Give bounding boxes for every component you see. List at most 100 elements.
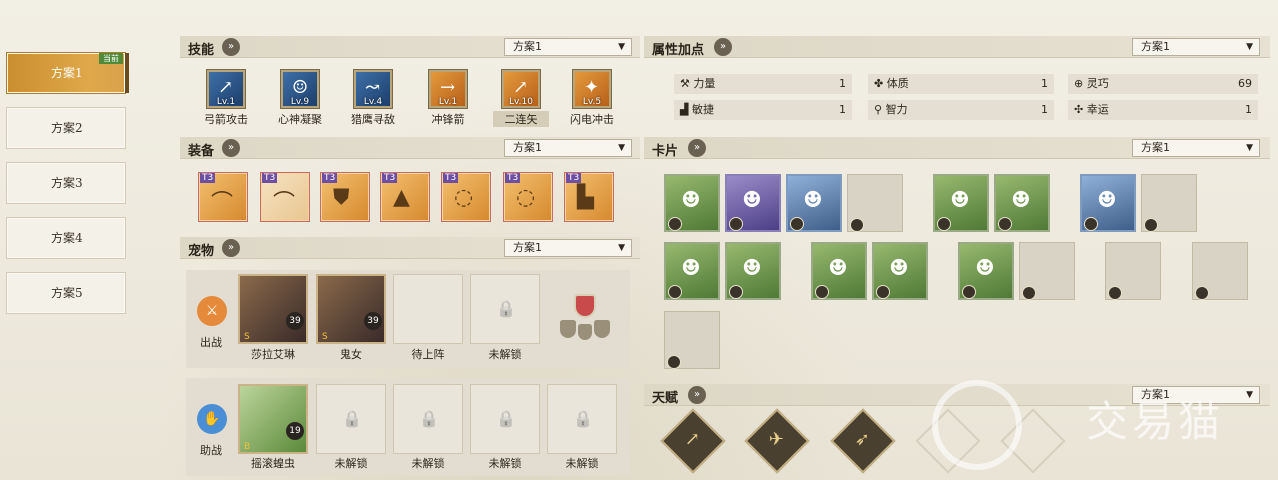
pets-plan-dropdown[interactable]: 方案1 ▼	[504, 239, 632, 257]
pet-name: 待上阵	[411, 348, 445, 361]
attr-dexterity: ⊕ 灵巧 69	[1068, 74, 1258, 94]
equip-necklace[interactable]: T3 ◌	[441, 172, 491, 222]
monster-icon: ☻	[742, 256, 762, 281]
plan-item-5[interactable]: 方案5	[6, 272, 126, 314]
equip-cloak[interactable]: T3 ▲	[380, 172, 430, 222]
attributes-plan-dropdown[interactable]: 方案1 ▼	[1132, 38, 1260, 56]
assist-label: 助战	[200, 444, 222, 457]
pet-slot-locked[interactable]	[316, 384, 386, 454]
charge-arrow-icon: → Lv.1	[429, 70, 467, 108]
skill-name: 猎鹰寻敌	[351, 113, 395, 126]
card-slot[interactable]: ☻	[811, 242, 867, 300]
pet-level: 19	[286, 422, 304, 440]
pet-slot-rock-locust[interactable]: 19 B	[238, 384, 308, 454]
attributes-expand-button[interactable]: »	[714, 38, 732, 56]
attr-vitality: ✤ 体质 1	[868, 74, 1054, 94]
plan-label: 方案1	[51, 66, 83, 80]
attr-label: ⊕ 灵巧	[1074, 77, 1109, 90]
pet-name: 未解锁	[411, 457, 445, 470]
bow-icon: ⌒	[211, 191, 234, 216]
pet-slot-locked[interactable]	[547, 384, 617, 454]
plan-item-2[interactable]: 方案2	[6, 107, 126, 149]
attr-label: ✣ 幸运	[1074, 103, 1109, 116]
cards-header: 卡片 » 方案1 ▼	[644, 137, 1270, 159]
card-slot[interactable]: ☻	[786, 174, 842, 232]
skills-expand-button[interactable]: »	[222, 38, 240, 56]
card-slot-empty[interactable]	[847, 174, 903, 232]
pet-grade: S	[244, 332, 250, 342]
chevron-down-icon: ▼	[1246, 390, 1253, 400]
pet-slot-sarah[interactable]: 39 S	[238, 274, 308, 344]
skill-name: 弓箭攻击	[204, 113, 248, 126]
card-slot[interactable]: ☻	[664, 242, 720, 300]
plan-item-1[interactable]: 方案1 当前	[6, 52, 129, 94]
card-slot-empty[interactable]	[1105, 242, 1161, 300]
skill-item[interactable]: ↝ Lv.4 猎鹰寻敌	[345, 70, 401, 127]
card-slot-empty[interactable]	[664, 311, 720, 369]
pets-expand-button[interactable]: »	[222, 239, 240, 257]
attributes-title: 属性加点	[652, 43, 705, 58]
plan-item-3[interactable]: 方案3	[6, 162, 126, 204]
monster-icon: ☻	[828, 256, 848, 281]
card-slot[interactable]: ☻	[725, 174, 781, 232]
tier-badge: T3	[382, 173, 398, 183]
equip-bow[interactable]: T3 ⌒	[198, 172, 248, 222]
pet-slot-ghost-woman[interactable]: 39 S	[316, 274, 386, 344]
skills-plan-dropdown[interactable]: 方案1 ▼	[504, 38, 632, 56]
card-slot[interactable]: ☻	[994, 174, 1050, 232]
equip-necklace-2[interactable]: T3 ◌	[503, 172, 553, 222]
socket-icon	[729, 217, 743, 231]
formation-shield-icon[interactable]	[560, 294, 610, 344]
monster-icon: ☻	[742, 188, 762, 213]
pet-slot-locked[interactable]	[470, 274, 540, 344]
pet-name: 未解锁	[488, 348, 522, 361]
skills-title: 技能	[188, 43, 215, 58]
card-slot-empty[interactable]	[1019, 242, 1075, 300]
socket-icon	[1108, 286, 1122, 300]
card-slot[interactable]: ☻	[725, 242, 781, 300]
card-slot[interactable]: ☻	[958, 242, 1014, 300]
pet-name: 未解锁	[488, 457, 522, 470]
skill-item[interactable]: ↗ Lv.1 弓箭攻击	[198, 70, 254, 127]
chevron-down-icon: ▼	[1246, 143, 1253, 153]
pet-slot-locked[interactable]	[470, 384, 540, 454]
monster-icon: ☻	[1097, 188, 1117, 213]
talent-expand-button[interactable]: »	[688, 386, 706, 404]
tier-badge: T3	[322, 173, 338, 183]
equip-boots[interactable]: T3 ▙	[564, 172, 614, 222]
card-slot-empty[interactable]	[1192, 242, 1248, 300]
pet-slot-locked[interactable]	[393, 384, 463, 454]
plan-label: 方案4	[51, 231, 83, 245]
monster-icon: ☻	[681, 188, 701, 213]
card-slot[interactable]: ☻	[933, 174, 989, 232]
equipment-plan-dropdown[interactable]: 方案1 ▼	[504, 139, 632, 157]
bow-attack-icon: ↗ Lv.1	[207, 70, 245, 108]
card-slot[interactable]: ☻	[872, 242, 928, 300]
pet-name: 未解锁	[565, 457, 599, 470]
current-badge: 当前	[99, 53, 123, 64]
cards-expand-button[interactable]: »	[688, 139, 706, 157]
attr-value: 1	[839, 77, 846, 90]
pet-name: 未解锁	[334, 457, 368, 470]
card-slot-empty[interactable]	[1141, 174, 1197, 232]
socket-icon	[668, 217, 682, 231]
equip-armor[interactable]: T3 ⛊	[320, 172, 370, 222]
cards-title: 卡片	[652, 144, 679, 159]
card-slot[interactable]: ☻	[1080, 174, 1136, 232]
skills-header: 技能 » 方案1 ▼	[180, 36, 640, 58]
skill-item[interactable]: ✦ Lv.5 闪电冲击	[564, 70, 620, 127]
equipment-expand-button[interactable]: »	[222, 139, 240, 157]
cards-plan-dropdown[interactable]: 方案1 ▼	[1132, 139, 1260, 157]
plan-label: 方案5	[51, 286, 83, 300]
necklace-icon: ◌	[454, 185, 474, 210]
plan-item-4[interactable]: 方案4	[6, 217, 126, 259]
skill-item[interactable]: ☺ Lv.9 心神凝聚	[272, 70, 328, 127]
pet-slot-empty[interactable]	[393, 274, 463, 344]
skill-item[interactable]: → Lv.1 冲锋箭	[420, 70, 476, 127]
lightning-icon: ✦ Lv.5	[573, 70, 611, 108]
skill-item[interactable]: ↗ Lv.10 二连矢	[493, 70, 549, 127]
pet-name: 摇滚蝗虫	[251, 457, 295, 470]
attr-value: 1	[1041, 77, 1048, 90]
equip-bow-secondary[interactable]: T3 ⌒	[260, 172, 310, 222]
card-slot[interactable]: ☻	[664, 174, 720, 232]
